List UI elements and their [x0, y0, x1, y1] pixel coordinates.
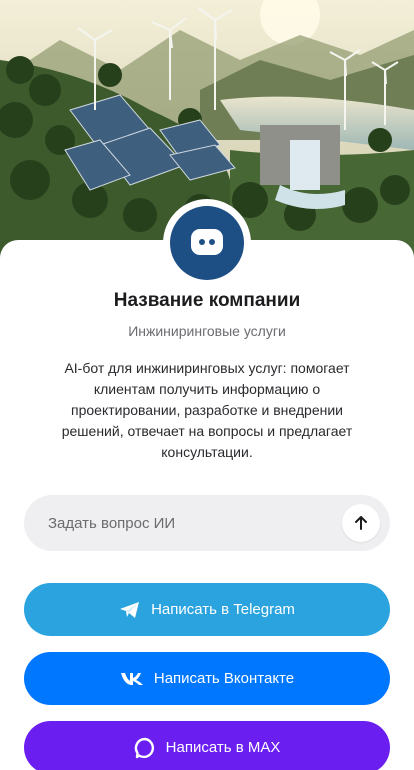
chat-bot-icon — [191, 229, 223, 255]
company-category: Инжиниринговые услуги — [128, 323, 286, 339]
company-name: Название компании — [113, 290, 301, 311]
avatar — [170, 206, 244, 280]
vk-button-label: Написать Вконтакте — [153, 670, 295, 687]
arrow-up-icon — [355, 516, 367, 530]
avatar-frame — [163, 199, 251, 287]
max-icon — [134, 737, 156, 759]
telegram-button-label: Написать в Telegram — [151, 601, 295, 618]
telegram-button[interactable]: Написать в Telegram — [24, 583, 390, 636]
ask-ai-bar — [24, 495, 390, 551]
telegram-icon — [119, 601, 141, 619]
company-description: AI-бот для инжиниринговых услуг: помогае… — [61, 360, 353, 460]
ask-ai-input[interactable] — [48, 514, 342, 532]
max-button[interactable]: Написать в MAX — [24, 721, 390, 770]
send-button[interactable] — [342, 504, 380, 542]
vk-button[interactable]: Написать Вконтакте — [24, 652, 390, 705]
vk-icon — [120, 672, 144, 686]
max-button-label: Написать в MAX — [165, 739, 281, 756]
